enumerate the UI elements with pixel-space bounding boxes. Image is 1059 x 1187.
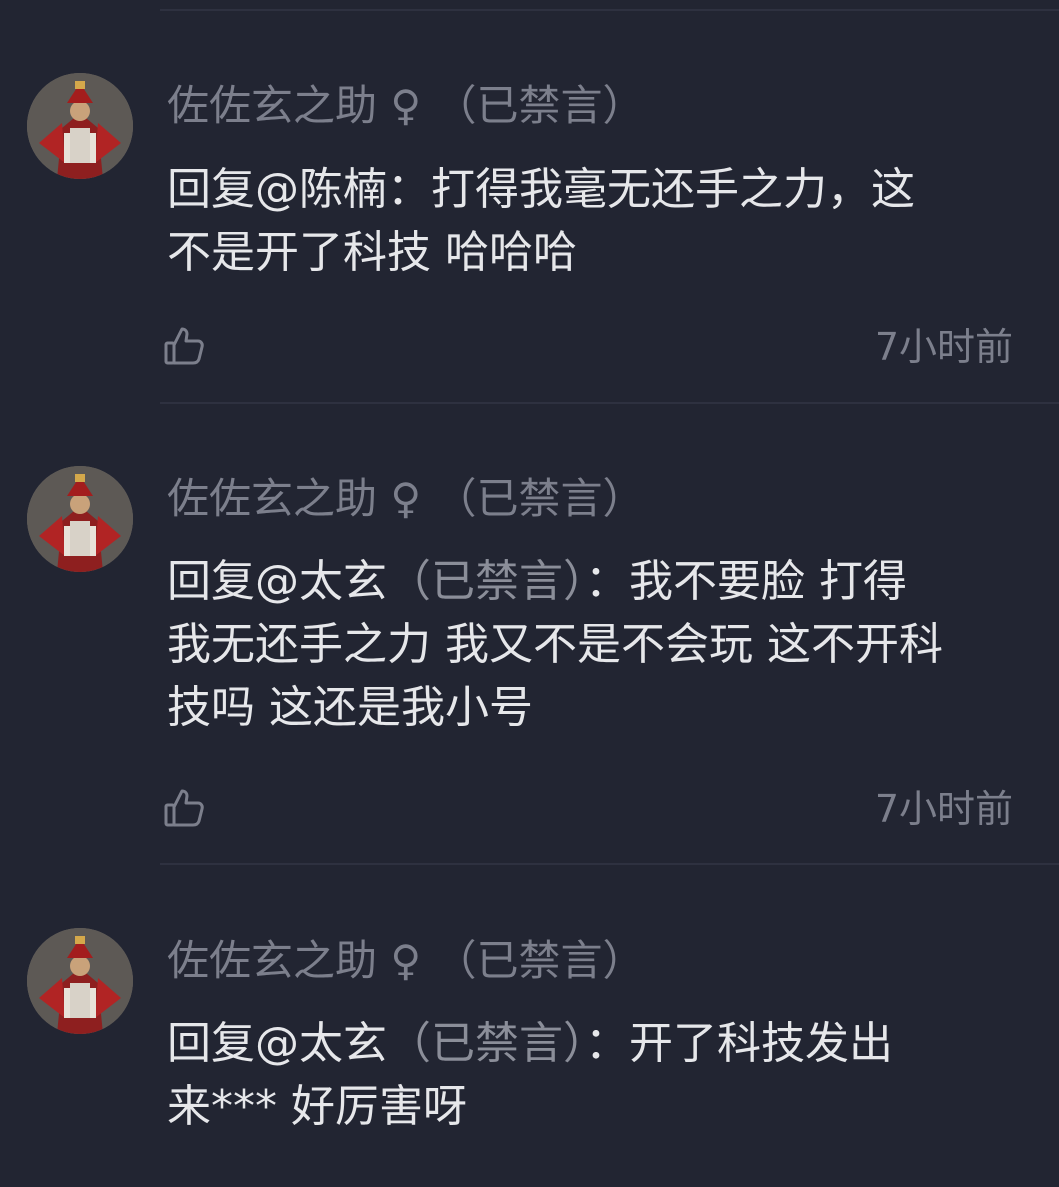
comment-line: 开了科技发出 — [629, 1018, 893, 1069]
comment-text: 回复@太玄（已禁言）：我不要脸 打得 我无还手之力 我又不是不会玩 这不开科 技… — [167, 550, 1027, 739]
username-text[interactable]: 佐佐玄之助 — [167, 936, 377, 985]
comment-line: 打得我毫无还手之力，这 — [431, 164, 915, 215]
divider — [160, 402, 1059, 404]
gender-icon: ♀ — [390, 474, 422, 523]
reply-colon: ： — [387, 164, 431, 215]
avatar[interactable] — [27, 466, 133, 572]
thumbs-up-icon[interactable] — [163, 325, 205, 367]
comment-list: 佐佐玄之助 ♀ （已禁言） 回复@陈楠：打得我毫无还手之力，这 不是开了科技 哈… — [0, 0, 1059, 1187]
comment-line: 我不要脸 打得 — [629, 556, 907, 607]
divider — [160, 9, 1059, 11]
username[interactable]: 佐佐玄之助 ♀ （已禁言） — [167, 78, 645, 134]
ban-status: （已禁言） — [434, 81, 645, 130]
reply-mention[interactable]: 回复@太玄 — [167, 556, 387, 607]
reply-mention[interactable]: 回复@太玄 — [167, 1018, 387, 1069]
avatar[interactable] — [27, 73, 133, 179]
reply-colon: ： — [585, 1018, 629, 1069]
ban-status: （已禁言） — [434, 474, 645, 523]
reply-target-status: （已禁言） — [387, 1018, 585, 1069]
comment-time: 7小时前 — [874, 787, 1013, 831]
reply-mention[interactable]: 回复@陈楠 — [167, 164, 387, 215]
comment-line: 来*** 好厉害呀 — [167, 1081, 467, 1132]
comment-line: 我无还手之力 我又不是不会玩 这不开科 — [167, 619, 943, 670]
thumbs-up-icon[interactable] — [163, 787, 205, 829]
comment-text: 回复@陈楠：打得我毫无还手之力，这 不是开了科技 哈哈哈 — [167, 158, 1027, 284]
username[interactable]: 佐佐玄之助 ♀ （已禁言） — [167, 471, 645, 527]
avatar[interactable] — [27, 928, 133, 1034]
ban-status: （已禁言） — [434, 936, 645, 985]
username-text[interactable]: 佐佐玄之助 — [167, 81, 377, 130]
username-text[interactable]: 佐佐玄之助 — [167, 474, 377, 523]
reply-colon: ： — [585, 556, 629, 607]
comment-text: 回复@太玄（已禁言）：开了科技发出 来*** 好厉害呀 — [167, 1012, 1027, 1138]
divider — [160, 863, 1059, 865]
comment-line: 技吗 这还是我小号 — [167, 682, 533, 733]
comment-line: 不是开了科技 哈哈哈 — [167, 227, 577, 278]
username[interactable]: 佐佐玄之助 ♀ （已禁言） — [167, 933, 645, 989]
gender-icon: ♀ — [390, 936, 422, 985]
reply-target-status: （已禁言） — [387, 556, 585, 607]
gender-icon: ♀ — [390, 81, 422, 130]
comment-time: 7小时前 — [874, 325, 1013, 369]
